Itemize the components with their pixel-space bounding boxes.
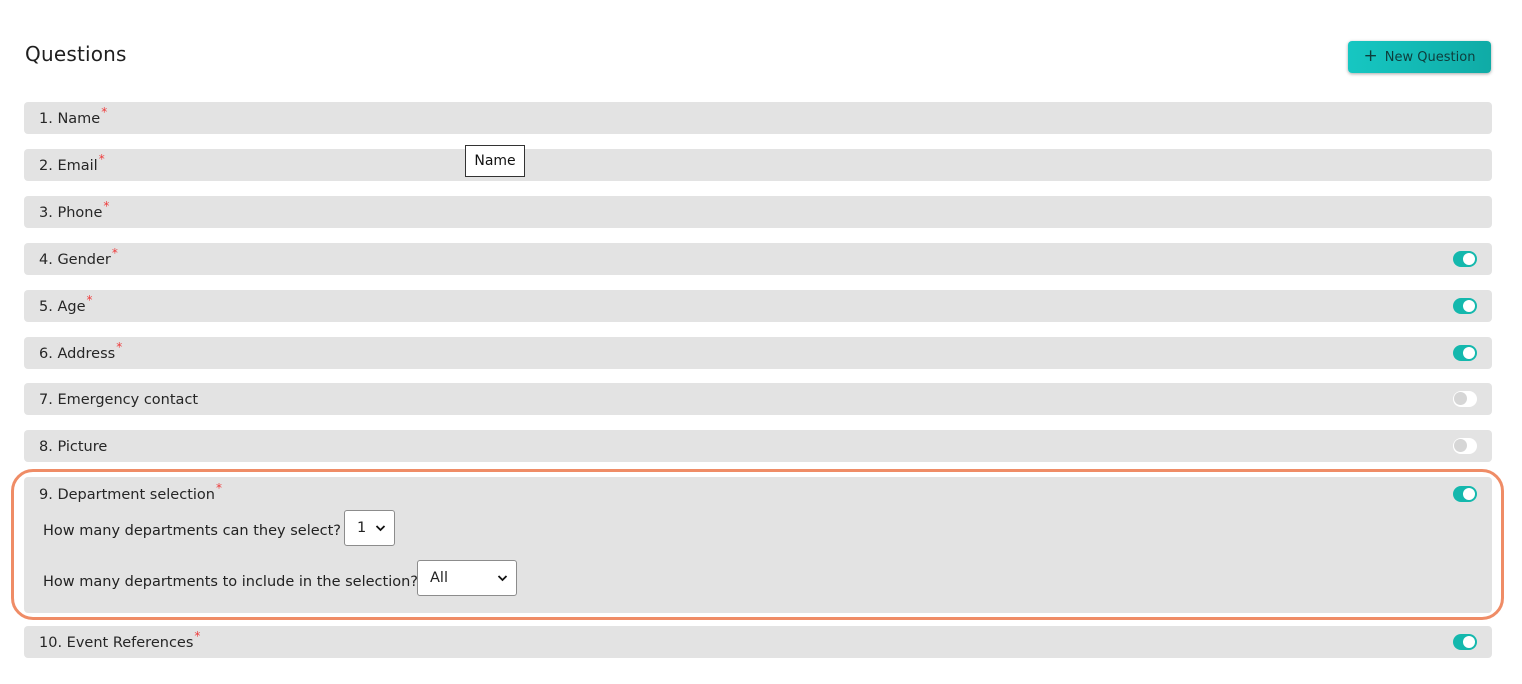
page-title: Questions (25, 42, 127, 66)
required-marker: * (111, 246, 118, 260)
question-row-department-selection[interactable]: 9. Department selection* How many depart… (24, 477, 1492, 613)
question-row-gender[interactable]: 4. Gender* (24, 243, 1492, 275)
emergency-contact-toggle[interactable] (1453, 391, 1477, 407)
picture-toggle[interactable] (1453, 438, 1477, 454)
required-marker: * (103, 199, 110, 213)
select-count-dropdown[interactable]: 1 (344, 510, 395, 546)
select-count-value: 1 (357, 520, 367, 536)
include-dropdown[interactable]: All (417, 560, 517, 596)
toggle-knob (1463, 488, 1475, 500)
question-row-age[interactable]: 5. Age* (24, 290, 1492, 322)
chevron-down-icon (375, 525, 386, 532)
required-marker: * (215, 481, 222, 495)
question-label: 2. Email* (39, 152, 105, 174)
toggle-knob (1463, 253, 1475, 265)
required-marker: * (101, 105, 108, 119)
gender-toggle[interactable] (1453, 251, 1477, 267)
question-label: 9. Department selection* (39, 481, 222, 503)
question-label: 7. Emergency contact (39, 392, 199, 408)
department-selection-toggle[interactable] (1453, 486, 1477, 502)
question-label: 8. Picture (39, 439, 108, 455)
toggle-knob (1463, 300, 1475, 312)
include-label: How many departments to include in the s… (43, 574, 418, 590)
toggle-knob (1454, 439, 1467, 452)
question-row-event-references[interactable]: 10. Event References* (24, 626, 1492, 658)
event-references-toggle[interactable] (1453, 634, 1477, 650)
required-marker: * (116, 340, 123, 354)
question-row-phone[interactable]: 3. Phone* (24, 196, 1492, 228)
required-marker: * (194, 629, 201, 643)
question-row-picture[interactable]: 8. Picture (24, 430, 1492, 462)
question-row-name[interactable]: 1. Name* (24, 102, 1492, 134)
plus-icon: + (1363, 45, 1378, 66)
required-marker: * (86, 293, 93, 307)
toggle-knob (1454, 392, 1467, 405)
question-label: 3. Phone* (39, 199, 110, 221)
toggle-knob (1463, 636, 1475, 648)
chevron-down-icon (497, 575, 508, 582)
question-label: 1. Name* (39, 105, 108, 127)
question-row-emergency-contact[interactable]: 7. Emergency contact (24, 383, 1492, 415)
tooltip: Name (465, 145, 525, 177)
question-row-email[interactable]: 2. Email* (24, 149, 1492, 181)
new-question-button[interactable]: + New Question (1348, 41, 1491, 73)
select-count-label: How many departments can they select? (43, 523, 342, 539)
address-toggle[interactable] (1453, 345, 1477, 361)
question-label: 5. Age* (39, 293, 93, 315)
include-value: All (430, 570, 448, 586)
required-marker: * (98, 152, 105, 166)
question-label: 10. Event References* (39, 629, 201, 651)
questions-page: Questions + New Question 1. Name* 2. Ema… (0, 0, 1522, 684)
age-toggle[interactable] (1453, 298, 1477, 314)
new-question-label: New Question (1384, 49, 1476, 65)
toggle-knob (1463, 347, 1475, 359)
question-label: 6. Address* (39, 340, 123, 362)
question-row-address[interactable]: 6. Address* (24, 337, 1492, 369)
question-label: 4. Gender* (39, 246, 118, 268)
